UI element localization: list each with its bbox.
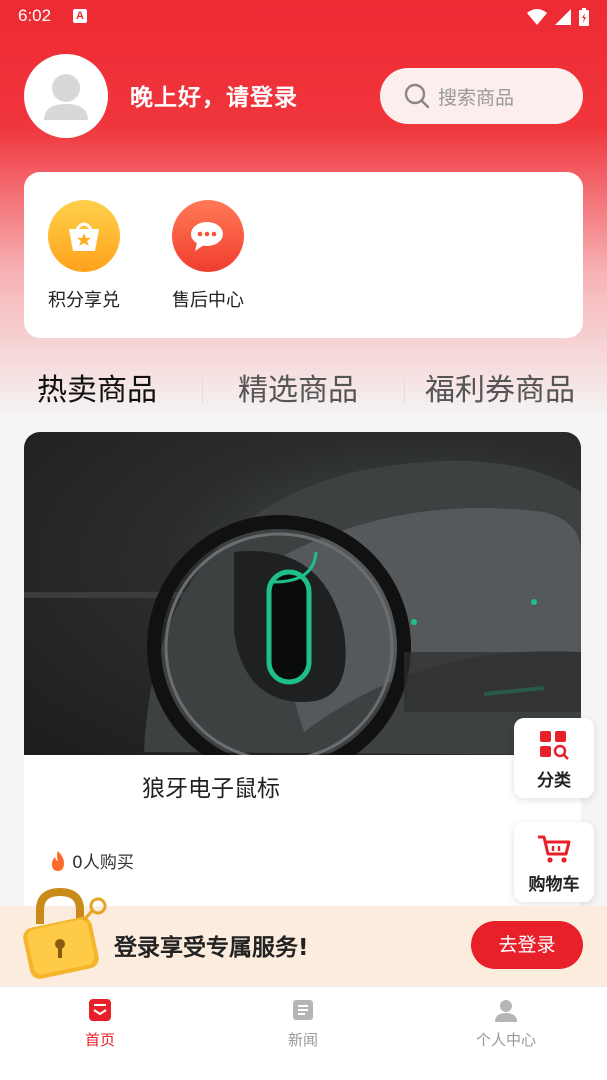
search-icon (404, 83, 430, 109)
category-button[interactable]: 分类 (514, 718, 594, 798)
category-icon (514, 730, 594, 760)
quick-action-after-sales[interactable]: 售后中心 (158, 200, 258, 312)
status-time: 6:02 (18, 6, 52, 25)
category-label: 分类 (537, 771, 571, 791)
cart-label: 购物车 (528, 875, 580, 895)
user-silhouette-icon (44, 74, 88, 120)
wifi-icon (527, 9, 547, 25)
product-sales: 0人购买 (48, 848, 134, 873)
tab-coupon-products[interactable]: 福利券商品 (425, 365, 575, 409)
product-card[interactable]: 狼牙电子鼠标 0人购买 (24, 432, 581, 932)
status-bar: 6:02 A (0, 0, 607, 34)
chat-bubble-icon (172, 200, 244, 272)
tab-divider (202, 379, 203, 403)
greeting-login-prompt[interactable]: 晚上好，请登录 (130, 78, 298, 112)
product-sales-text: 0人购买 (72, 853, 134, 873)
lock-icon (12, 884, 112, 984)
fire-icon (52, 850, 64, 871)
user-icon (495, 1000, 517, 1022)
signal-icon (555, 9, 571, 25)
basket-star-icon (48, 200, 120, 272)
quick-action-label: 售后中心 (172, 290, 244, 311)
nav-label: 个人中心 (475, 1031, 536, 1049)
search-input[interactable]: 搜索商品 (380, 68, 583, 124)
login-prompt-text: 登录享受专属服务! (114, 935, 309, 961)
news-icon (293, 1000, 313, 1020)
nav-home[interactable]: 首页 (40, 997, 160, 1050)
tab-divider (404, 379, 405, 403)
nav-profile[interactable]: 个人中心 (446, 997, 566, 1050)
search-placeholder: 搜索商品 (438, 86, 515, 109)
nav-label: 首页 (84, 1031, 115, 1049)
quick-actions-card: 积分享兑 售后中心 (24, 172, 583, 338)
product-tabs: 热卖商品 精选商品 福利券商品 (0, 365, 607, 415)
cart-icon (514, 834, 594, 864)
quick-action-label: 积分享兑 (48, 290, 120, 311)
notification-badge: A (73, 9, 87, 23)
avatar[interactable] (24, 54, 108, 138)
product-name[interactable]: 狼牙电子鼠标 (142, 769, 280, 803)
go-login-button[interactable]: 去登录 (471, 921, 583, 969)
nav-label: 新闻 (287, 1031, 318, 1049)
bottom-navigation: 首页 新闻 个人中心 (0, 986, 607, 1080)
gaming-mouse-image[interactable] (24, 432, 581, 779)
quick-action-points-exchange[interactable]: 积分享兑 (34, 200, 134, 312)
tab-hot-products[interactable]: 热卖商品 (37, 365, 157, 409)
nav-news[interactable]: 新闻 (243, 997, 363, 1050)
login-banner: 登录享受专属服务! 去登录 (0, 887, 607, 986)
home-icon (89, 999, 111, 1021)
tab-featured-products[interactable]: 精选商品 (238, 365, 358, 409)
cart-button[interactable]: 购物车 (514, 822, 594, 902)
battery-icon (579, 8, 589, 26)
status-icons (527, 8, 589, 26)
